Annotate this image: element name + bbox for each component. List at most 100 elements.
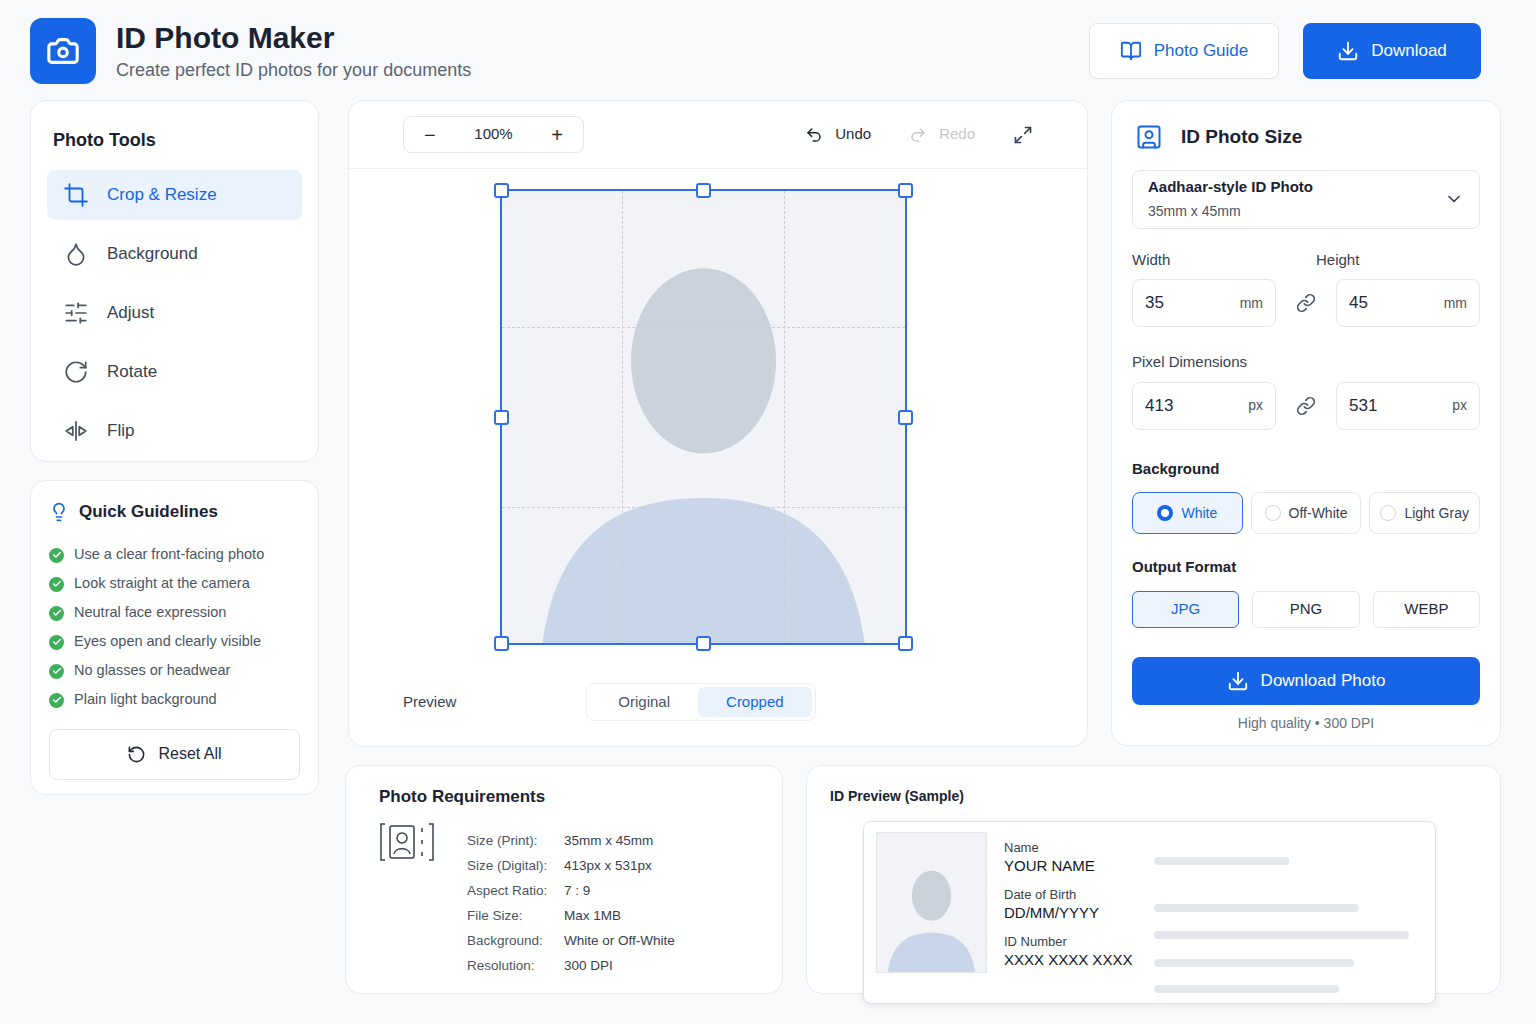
redo-button[interactable]: Redo: [909, 123, 975, 146]
person-photo: [502, 191, 905, 643]
logo: [30, 18, 96, 84]
crop-icon: [63, 182, 89, 208]
lightbulb-icon: [49, 502, 69, 522]
download-photo-button[interactable]: Download Photo: [1132, 657, 1480, 705]
radio: [1157, 505, 1173, 521]
requirements-title: Photo Requirements: [379, 784, 749, 810]
tool-item[interactable]: Rotate: [47, 347, 302, 397]
zoom-out-button[interactable]: −: [424, 120, 436, 150]
requirement-label: Aspect Ratio:: [467, 882, 564, 899]
preview-tab[interactable]: Original: [590, 687, 698, 717]
background-option[interactable]: Off-White: [1251, 492, 1362, 534]
placeholder-bar: [1154, 931, 1409, 939]
fullscreen-icon[interactable]: [1013, 125, 1033, 145]
id-card: NameYOUR NAMEDate of BirthDD/MM/YYYYID N…: [863, 821, 1436, 1004]
download-icon: [1227, 670, 1249, 692]
reset-all-button[interactable]: Reset All: [49, 729, 300, 780]
id-preview-card: ID Preview (Sample) NameYOUR NAME Date of …: [806, 765, 1501, 994]
check-icon: [49, 635, 64, 650]
preview-tab[interactable]: Cropped: [698, 687, 812, 717]
requirement-label: Background:: [467, 932, 564, 949]
requirement-value: 35mm x 45mm: [564, 832, 675, 849]
pixel-height-input[interactable]: 531px: [1336, 382, 1480, 430]
background-label: Background: [1132, 458, 1480, 481]
requirement-value: 300 DPI: [564, 957, 675, 974]
pixel-width-input[interactable]: 413px: [1132, 382, 1276, 430]
width-label: Width: [1132, 249, 1296, 272]
crop-handle[interactable]: [898, 410, 913, 425]
crop-handle[interactable]: [494, 410, 509, 425]
sliders-icon: [63, 300, 89, 326]
flip-icon: [63, 418, 89, 444]
check-icon: [49, 577, 64, 592]
rotate-icon: [63, 359, 89, 385]
placeholder-bar: [1154, 959, 1354, 967]
droplet-icon: [63, 241, 89, 267]
reset-icon: [127, 745, 146, 764]
undo-icon: [805, 126, 823, 144]
crop-handle[interactable]: [898, 636, 913, 651]
guidelines-title: Quick Guidelines: [79, 499, 218, 525]
id-field: Date of BirthDD/MM/YYYY: [1004, 887, 1154, 923]
requirement-value: 413px x 531px: [564, 857, 675, 874]
format-option[interactable]: JPG: [1132, 591, 1239, 628]
radio: [1380, 505, 1396, 521]
output-format-label: Output Format: [1132, 556, 1480, 579]
background-option[interactable]: Light Gray: [1369, 492, 1480, 534]
width-input[interactable]: 35mm: [1132, 279, 1276, 327]
check-icon: [49, 548, 64, 563]
header: ID Photo MakerCreate perfect ID photos f…: [30, 18, 1506, 84]
requirement-value: 7 : 9: [564, 882, 675, 899]
check-icon: [49, 693, 64, 708]
crop-handle[interactable]: [494, 183, 509, 198]
height-input[interactable]: 45mm: [1336, 279, 1480, 327]
zoom-in-button[interactable]: +: [551, 120, 563, 150]
format-option[interactable]: PNG: [1252, 591, 1359, 628]
redo-icon: [909, 126, 927, 144]
preview-tabs: OriginalCropped: [586, 683, 815, 721]
download-button[interactable]: Download: [1303, 23, 1481, 79]
crop-handle[interactable]: [494, 636, 509, 651]
requirements-card: Photo Requirements Size (Print):35mm x 45…: [345, 765, 783, 994]
check-icon: [49, 664, 64, 679]
id-photo-icon: [1135, 123, 1163, 151]
editor-card: − 100% + Undo Redo Preview OriginalCropped: [348, 100, 1088, 747]
crop-area[interactable]: [500, 189, 907, 645]
tool-item[interactable]: Adjust: [47, 288, 302, 338]
photo-guide-button[interactable]: Photo Guide: [1089, 23, 1279, 79]
chevron-down-icon: [1444, 189, 1464, 209]
undo-button[interactable]: Undo: [805, 123, 871, 146]
tool-item[interactable]: Crop & Resize: [47, 170, 302, 220]
photo-tools-title: Photo Tools: [47, 117, 302, 170]
guideline-item: No glasses or headwear: [49, 657, 300, 686]
tool-item[interactable]: Flip: [47, 406, 302, 456]
crop-handle[interactable]: [696, 183, 711, 198]
check-icon: [49, 606, 64, 621]
photo: [502, 191, 905, 643]
link-icon[interactable]: [1296, 396, 1316, 416]
zoom-level: 100%: [474, 123, 512, 146]
guidelines-card: Quick Guidelines Use a clear front-facing…: [30, 480, 319, 795]
crop-handle[interactable]: [696, 636, 711, 651]
guideline-item: Neutral face expression: [49, 599, 300, 628]
radio: [1265, 505, 1281, 521]
editor-toolbar: − 100% + Undo Redo: [349, 101, 1087, 169]
tool-item[interactable]: Background: [47, 229, 302, 279]
zoom-control: − 100% +: [403, 116, 584, 153]
preset-select[interactable]: Aadhaar-style ID Photo35mm x 45mm: [1132, 170, 1480, 229]
guideline-item: Use a clear front-facing photo: [49, 541, 300, 570]
photo-tools-card: Photo ToolsCrop & Resize Background Adjust…: [30, 100, 319, 462]
id-preview-title: ID Preview (Sample): [830, 786, 1477, 807]
id-field: NameYOUR NAME: [1004, 840, 1154, 876]
size-panel-title: ID Photo Size: [1181, 123, 1302, 152]
requirement-value: Max 1MB: [564, 907, 675, 924]
preview-label: Preview: [403, 691, 456, 714]
format-option[interactable]: WEBP: [1373, 591, 1480, 628]
size-panel: ID Photo Size Aadhaar-style ID Photo35mm …: [1111, 100, 1501, 746]
requirements-table: Size (Print):35mm x 45mmSize (Digital):4…: [467, 820, 675, 974]
crop-handle[interactable]: [898, 183, 913, 198]
link-icon[interactable]: [1296, 293, 1316, 313]
id-photo: [876, 832, 987, 973]
guideline-item: Look straight at the camera: [49, 570, 300, 599]
background-option[interactable]: White: [1132, 492, 1243, 534]
